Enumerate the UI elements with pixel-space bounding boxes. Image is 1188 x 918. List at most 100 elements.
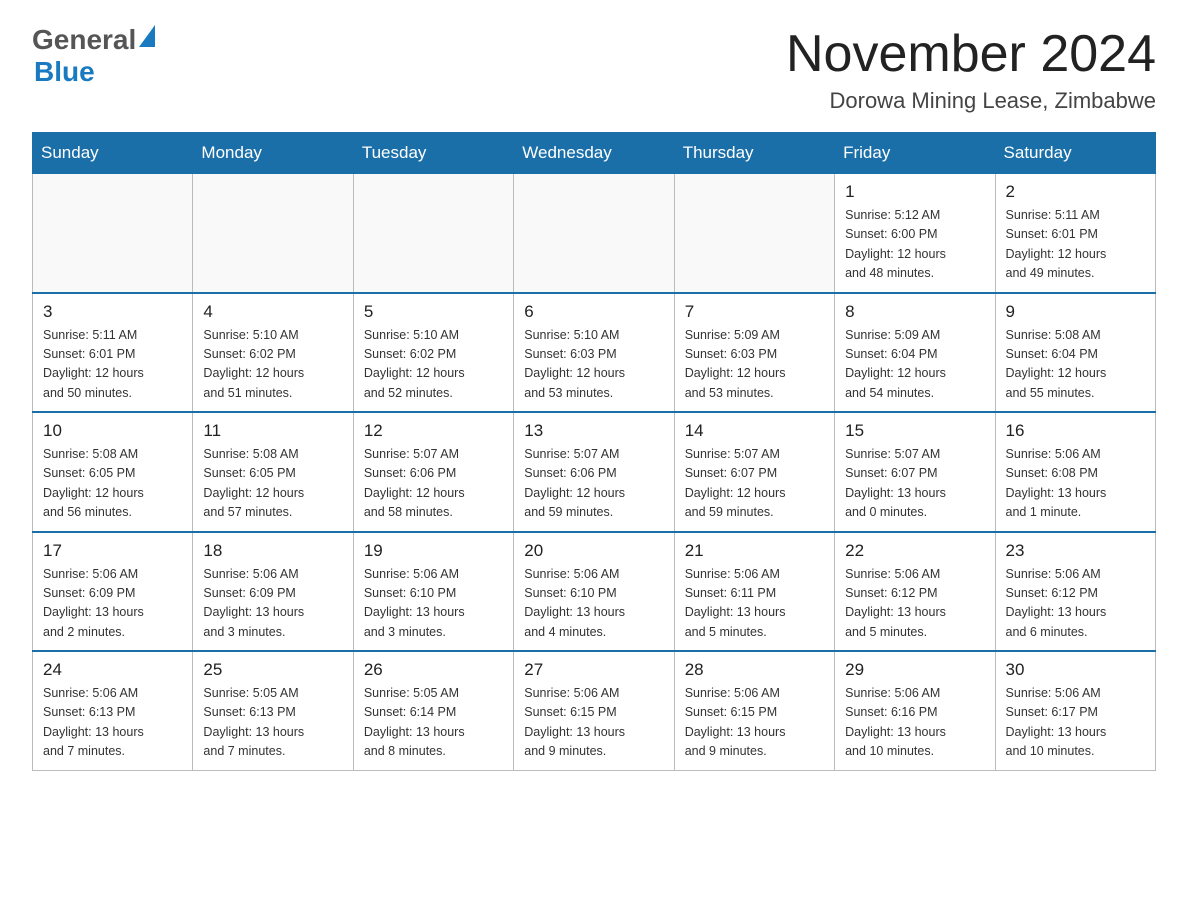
- weekday-header: Monday: [193, 133, 353, 174]
- day-info: Sunrise: 5:06 AMSunset: 6:12 PMDaylight:…: [845, 565, 984, 643]
- calendar-day-cell: 6Sunrise: 5:10 AMSunset: 6:03 PMDaylight…: [514, 293, 674, 413]
- calendar-day-cell: 17Sunrise: 5:06 AMSunset: 6:09 PMDayligh…: [33, 532, 193, 652]
- day-number: 29: [845, 660, 984, 680]
- weekday-header: Friday: [835, 133, 995, 174]
- calendar-week-row: 24 Sunrise: 5:06 AMSunset: 6:13 PMDayligh…: [33, 651, 1156, 770]
- day-number: 20: [524, 541, 663, 561]
- day-info: Sunrise: 5:11 AMSunset: 6:01 PMDaylight:…: [43, 326, 182, 404]
- logo-triangle-icon: [139, 25, 155, 52]
- calendar-day-cell: 8 Sunrise: 5:09 AMSunset: 6:04 PMDaylight…: [835, 293, 995, 413]
- day-info: Sunrise: 5:07 AMSunset: 6:07 PMDaylight:…: [685, 445, 824, 523]
- day-info: Sunrise: 5:05 AMSunset: 6:14 PMDaylight:…: [364, 684, 503, 762]
- day-number: 30: [1006, 660, 1145, 680]
- day-number: 1: [845, 182, 984, 202]
- day-number: 24: [43, 660, 182, 680]
- calendar-day-cell: 9 Sunrise: 5:08 AMSunset: 6:04 PMDaylight…: [995, 293, 1155, 413]
- calendar-day-cell: [193, 174, 353, 293]
- calendar-day-cell: 19Sunrise: 5:06 AMSunset: 6:10 PMDayligh…: [353, 532, 513, 652]
- day-number: 2: [1006, 182, 1145, 202]
- calendar-week-row: 3 Sunrise: 5:11 AMSunset: 6:01 PMDaylight…: [33, 293, 1156, 413]
- day-number: 8: [845, 302, 984, 322]
- day-number: 4: [203, 302, 342, 322]
- day-number: 25: [203, 660, 342, 680]
- day-info: Sunrise: 5:11 AMSunset: 6:01 PMDaylight:…: [1006, 206, 1145, 284]
- calendar-table: SundayMondayTuesdayWednesdayThursdayFrid…: [32, 132, 1156, 771]
- day-info: Sunrise: 5:05 AMSunset: 6:13 PMDaylight:…: [203, 684, 342, 762]
- calendar-day-cell: 24 Sunrise: 5:06 AMSunset: 6:13 PMDayligh…: [33, 651, 193, 770]
- day-number: 18: [203, 541, 342, 561]
- title-area: November 2024 Dorowa Mining Lease, Zimba…: [786, 24, 1156, 114]
- calendar-day-cell: [674, 174, 834, 293]
- day-info: Sunrise: 5:09 AMSunset: 6:04 PMDaylight:…: [845, 326, 984, 404]
- day-info: Sunrise: 5:10 AMSunset: 6:02 PMDaylight:…: [364, 326, 503, 404]
- calendar-day-cell: [33, 174, 193, 293]
- calendar-week-row: 17 Sunrise: 5:06 AMSunset: 6:09 PMDayligh…: [33, 532, 1156, 652]
- calendar-day-cell: 28 Sunrise: 5:06 AMSunset: 6:15 PMDayligh…: [674, 651, 834, 770]
- day-number: 13: [524, 421, 663, 441]
- calendar-day-cell: 14 Sunrise: 5:07 AMSunset: 6:07 PMDayligh…: [674, 412, 834, 532]
- calendar-day-cell: 21Sunrise: 5:06 AMSunset: 6:11 PMDayligh…: [674, 532, 834, 652]
- month-title: November 2024: [786, 24, 1156, 84]
- calendar-day-cell: 5 Sunrise: 5:10 AMSunset: 6:02 PMDaylight…: [353, 293, 513, 413]
- day-number: 26: [364, 660, 503, 680]
- day-number: 27: [524, 660, 663, 680]
- day-number: 28: [685, 660, 824, 680]
- logo: General Blue: [32, 24, 156, 88]
- logo-blue-text: Blue: [34, 56, 95, 87]
- day-info: Sunrise: 5:07 AMSunset: 6:06 PMDaylight:…: [524, 445, 663, 523]
- calendar-day-cell: 10Sunrise: 5:08 AMSunset: 6:05 PMDayligh…: [33, 412, 193, 532]
- day-info: Sunrise: 5:06 AMSunset: 6:17 PMDaylight:…: [1006, 684, 1145, 762]
- day-info: Sunrise: 5:06 AMSunset: 6:10 PMDaylight:…: [364, 565, 503, 643]
- day-info: Sunrise: 5:10 AMSunset: 6:02 PMDaylight:…: [203, 326, 342, 404]
- day-info: Sunrise: 5:06 AMSunset: 6:10 PMDaylight:…: [524, 565, 663, 643]
- weekday-header: Wednesday: [514, 133, 674, 174]
- calendar-week-row: 10Sunrise: 5:08 AMSunset: 6:05 PMDayligh…: [33, 412, 1156, 532]
- day-info: Sunrise: 5:06 AMSunset: 6:16 PMDaylight:…: [845, 684, 984, 762]
- calendar-day-cell: 13 Sunrise: 5:07 AMSunset: 6:06 PMDayligh…: [514, 412, 674, 532]
- day-info: Sunrise: 5:06 AMSunset: 6:15 PMDaylight:…: [524, 684, 663, 762]
- day-number: 23: [1006, 541, 1145, 561]
- day-info: Sunrise: 5:06 AMSunset: 6:13 PMDaylight:…: [43, 684, 182, 762]
- day-number: 3: [43, 302, 182, 322]
- calendar-day-cell: 12 Sunrise: 5:07 AMSunset: 6:06 PMDayligh…: [353, 412, 513, 532]
- calendar-day-cell: [514, 174, 674, 293]
- day-info: Sunrise: 5:06 AMSunset: 6:11 PMDaylight:…: [685, 565, 824, 643]
- day-info: Sunrise: 5:09 AMSunset: 6:03 PMDaylight:…: [685, 326, 824, 404]
- day-info: Sunrise: 5:06 AMSunset: 6:12 PMDaylight:…: [1006, 565, 1145, 643]
- page-header: General Blue November 2024 Dorowa Mining…: [32, 24, 1156, 114]
- day-number: 6: [524, 302, 663, 322]
- day-number: 12: [364, 421, 503, 441]
- day-info: Sunrise: 5:06 AMSunset: 6:09 PMDaylight:…: [203, 565, 342, 643]
- day-number: 14: [685, 421, 824, 441]
- day-number: 7: [685, 302, 824, 322]
- day-info: Sunrise: 5:08 AMSunset: 6:04 PMDaylight:…: [1006, 326, 1145, 404]
- day-info: Sunrise: 5:06 AMSunset: 6:08 PMDaylight:…: [1006, 445, 1145, 523]
- day-number: 5: [364, 302, 503, 322]
- weekday-header: Saturday: [995, 133, 1155, 174]
- calendar-day-cell: 2 Sunrise: 5:11 AMSunset: 6:01 PMDaylight…: [995, 174, 1155, 293]
- calendar-day-cell: 1Sunrise: 5:12 AMSunset: 6:00 PMDaylight…: [835, 174, 995, 293]
- calendar-day-cell: 23 Sunrise: 5:06 AMSunset: 6:12 PMDayligh…: [995, 532, 1155, 652]
- day-number: 10: [43, 421, 182, 441]
- calendar-day-cell: 30 Sunrise: 5:06 AMSunset: 6:17 PMDayligh…: [995, 651, 1155, 770]
- day-info: Sunrise: 5:06 AMSunset: 6:15 PMDaylight:…: [685, 684, 824, 762]
- calendar-day-cell: 26 Sunrise: 5:05 AMSunset: 6:14 PMDayligh…: [353, 651, 513, 770]
- day-number: 22: [845, 541, 984, 561]
- calendar-day-cell: 7 Sunrise: 5:09 AMSunset: 6:03 PMDaylight…: [674, 293, 834, 413]
- calendar-day-cell: 11Sunrise: 5:08 AMSunset: 6:05 PMDayligh…: [193, 412, 353, 532]
- day-info: Sunrise: 5:07 AMSunset: 6:06 PMDaylight:…: [364, 445, 503, 523]
- calendar-day-cell: 16 Sunrise: 5:06 AMSunset: 6:08 PMDayligh…: [995, 412, 1155, 532]
- calendar-day-cell: 3 Sunrise: 5:11 AMSunset: 6:01 PMDaylight…: [33, 293, 193, 413]
- day-number: 16: [1006, 421, 1145, 441]
- day-number: 9: [1006, 302, 1145, 322]
- location-subtitle: Dorowa Mining Lease, Zimbabwe: [786, 88, 1156, 114]
- day-number: 11: [203, 421, 342, 441]
- calendar-day-cell: 15Sunrise: 5:07 AMSunset: 6:07 PMDayligh…: [835, 412, 995, 532]
- day-number: 17: [43, 541, 182, 561]
- calendar-day-cell: 4 Sunrise: 5:10 AMSunset: 6:02 PMDaylight…: [193, 293, 353, 413]
- logo-general-text: General: [32, 24, 136, 56]
- day-info: Sunrise: 5:07 AMSunset: 6:07 PMDaylight:…: [845, 445, 984, 523]
- calendar-day-cell: 18 Sunrise: 5:06 AMSunset: 6:09 PMDayligh…: [193, 532, 353, 652]
- calendar-day-cell: 27 Sunrise: 5:06 AMSunset: 6:15 PMDayligh…: [514, 651, 674, 770]
- weekday-header: Sunday: [33, 133, 193, 174]
